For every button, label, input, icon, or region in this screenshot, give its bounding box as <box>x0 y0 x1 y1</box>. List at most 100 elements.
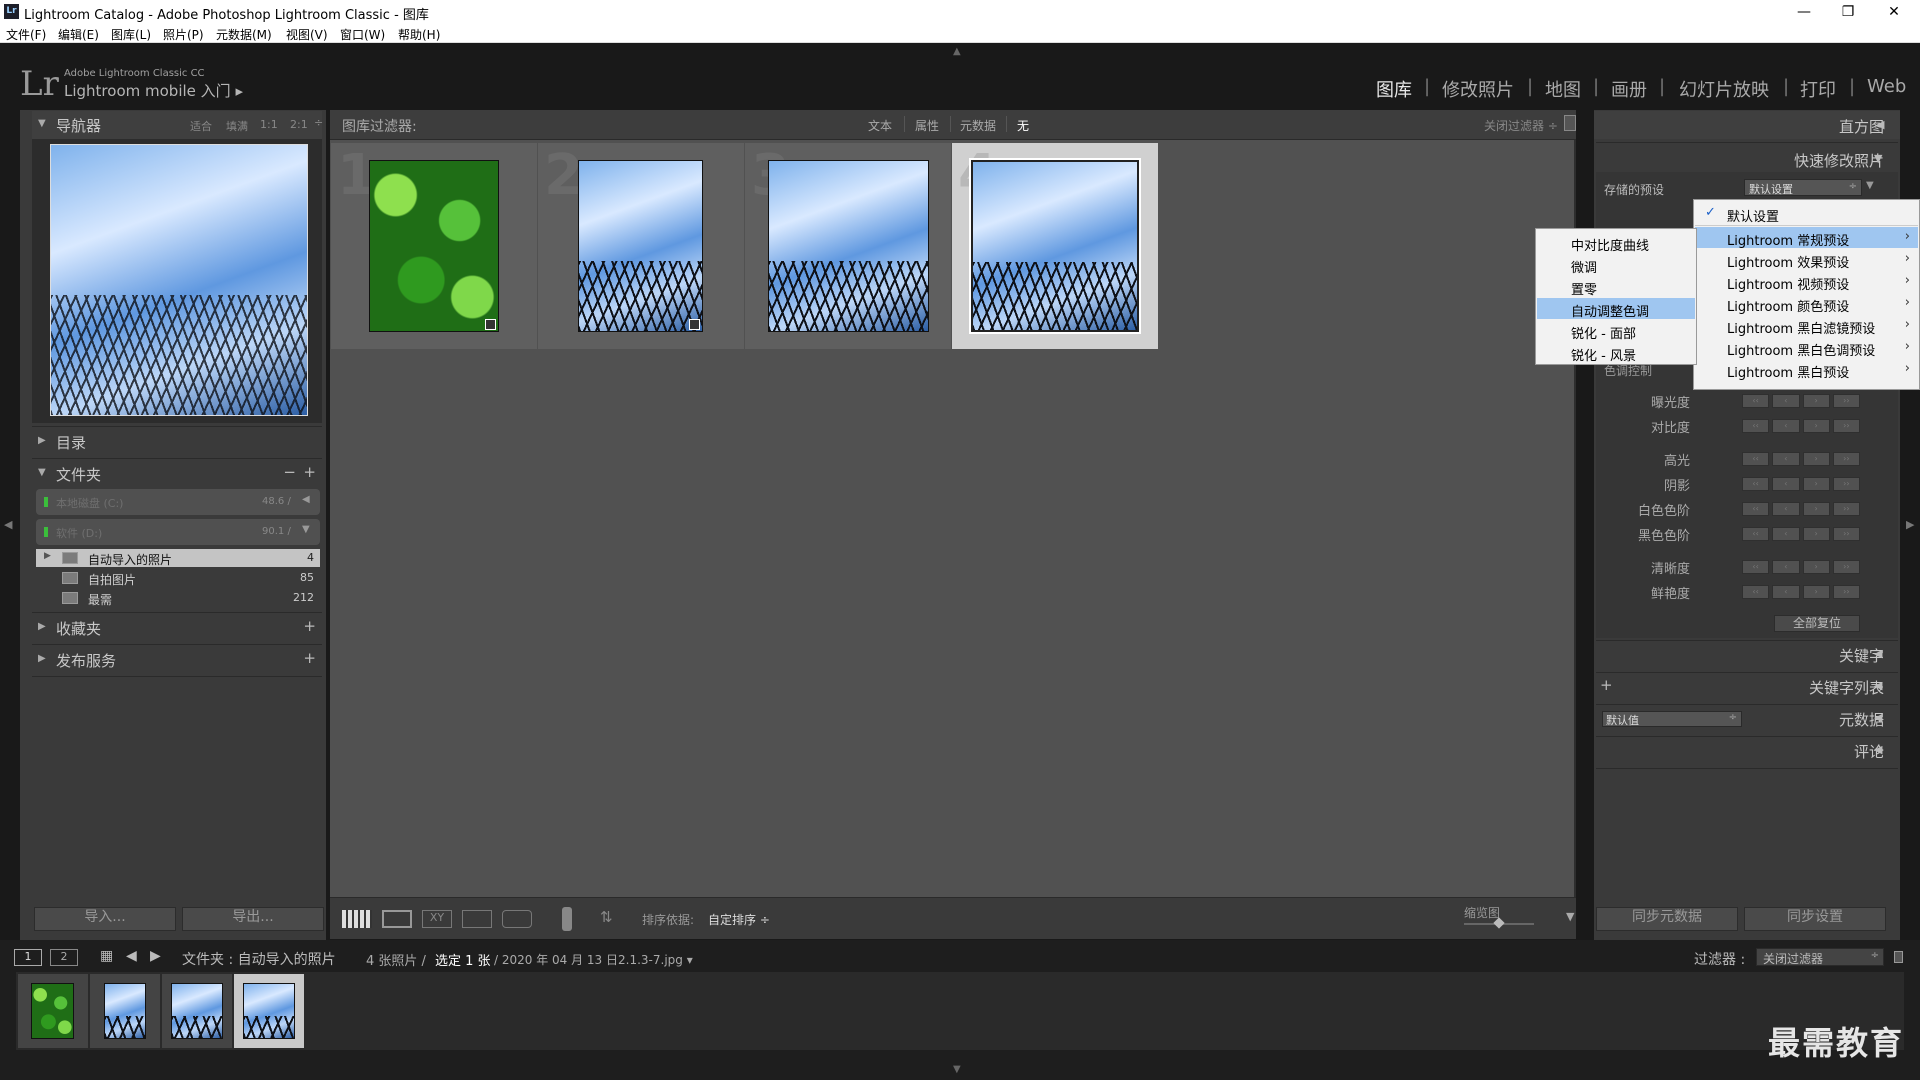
nav-zoom-stepper-icon[interactable]: ÷ <box>314 116 323 129</box>
filmstrip-source-path[interactable]: 文件夹 : 自动导入的照片 <box>182 949 336 969</box>
nav-fill[interactable]: 填满 <box>226 118 248 134</box>
folder-row[interactable]: 最需 212 <box>36 589 320 607</box>
add-keyword-button[interactable]: + <box>1600 676 1613 694</box>
grid-cell-selected[interactable]: 4 <box>952 143 1158 349</box>
sort-direction-icon[interactable]: ⇅ <box>600 908 613 926</box>
survey-view-icon[interactable] <box>462 910 492 928</box>
folder-row-selected[interactable]: ▶ 自动导入的照片 4 <box>36 549 320 567</box>
menu-file[interactable]: 文件(F) <box>6 26 46 43</box>
module-develop[interactable]: 修改照片 <box>1442 76 1514 102</box>
preset-menu-item-highlighted[interactable]: Lightroom 常规预设 › <box>1695 227 1918 249</box>
sync-metadata-button[interactable]: 同步元数据 <box>1596 907 1738 931</box>
volume-d[interactable]: 软件 (D:) 90.1 / ▼ <box>36 519 320 545</box>
submenu-item[interactable]: 锐化 - 面部 <box>1537 320 1695 342</box>
collapse-bottom-icon[interactable]: ▼ <box>953 1064 961 1075</box>
module-book[interactable]: 画册 <box>1611 76 1647 102</box>
filmstrip-cell[interactable] <box>162 974 232 1048</box>
filmstrip-lock-icon[interactable] <box>1894 951 1903 963</box>
grid-cell[interactable]: 2 <box>538 143 744 349</box>
menu-help[interactable]: 帮助(H) <box>398 26 440 43</box>
contrast-buttons[interactable]: ‹‹ ‹ › ›› <box>1742 419 1860 433</box>
preset-menu-item[interactable]: Lightroom 黑白色调预设 › <box>1695 337 1918 359</box>
module-slideshow[interactable]: 幻灯片放映 <box>1679 76 1769 102</box>
catalog-header[interactable]: ▶ 目录 <box>32 428 322 456</box>
filmstrip-thumbnail[interactable] <box>104 983 146 1039</box>
preset-menu-item[interactable]: Lightroom 视频预设 › <box>1695 271 1918 293</box>
grid-shortcut-icon[interactable]: ▦ <box>100 948 113 964</box>
sync-settings-button[interactable]: 同步设置 <box>1744 907 1886 931</box>
navigator-header[interactable]: ▼ 导航器 适合 填满 1:1 2:1 ÷ <box>32 111 323 139</box>
metadata-preset-dropdown[interactable]: 默认值 ÷ <box>1602 711 1742 727</box>
preset-menu-item[interactable]: Lightroom 颜色预设 › <box>1695 293 1918 315</box>
expand-triangle-icon[interactable]: ▼ <box>1866 180 1874 191</box>
maximize-button[interactable]: ❐ <box>1828 2 1868 22</box>
nav-fit[interactable]: 适合 <box>190 118 212 134</box>
add-collection-button[interactable]: + <box>303 617 316 635</box>
grid-view-icon[interactable] <box>342 910 372 928</box>
menu-window[interactable]: 窗口(W) <box>340 26 385 43</box>
reset-all-button[interactable]: 全部复位 <box>1774 615 1860 632</box>
whites-buttons[interactable]: ‹‹ ‹ › ›› <box>1742 502 1860 516</box>
loupe-view-icon[interactable] <box>382 910 412 928</box>
spray-can-icon[interactable] <box>562 907 572 931</box>
filter-preset-dropdown[interactable]: 关闭过滤器 ÷ <box>1484 117 1558 134</box>
filmstrip-cell[interactable] <box>18 974 88 1048</box>
shadows-buttons[interactable]: ‹‹ ‹ › ›› <box>1742 477 1860 491</box>
menu-photo[interactable]: 照片(P) <box>163 26 204 43</box>
menu-edit[interactable]: 编辑(E) <box>58 26 99 43</box>
collapse-right-icon[interactable]: ▶ <box>1906 518 1914 531</box>
nav-2to1[interactable]: 2:1 <box>290 118 308 131</box>
menu-library[interactable]: 图库(L) <box>111 26 151 43</box>
filmstrip-thumbnail[interactable] <box>171 983 223 1039</box>
collections-header[interactable]: ▶ 收藏夹 + <box>32 614 322 642</box>
module-map[interactable]: 地图 <box>1545 76 1581 102</box>
toolbar-menu-chevron-icon[interactable]: ▼ <box>1566 910 1574 923</box>
compare-view-icon[interactable]: XY <box>422 910 452 928</box>
exposure-buttons[interactable]: ‹‹ ‹ › ›› <box>1742 394 1860 408</box>
clarity-buttons[interactable]: ‹‹ ‹ › ›› <box>1742 560 1860 574</box>
sort-dropdown[interactable]: 自定排序 ÷ <box>708 911 770 928</box>
collapse-left-icon[interactable]: ◀ <box>4 518 12 531</box>
preset-menu-item[interactable]: ✓ 默认设置 <box>1695 203 1918 225</box>
module-library[interactable]: 图库 <box>1376 76 1412 102</box>
minimize-button[interactable]: — <box>1784 2 1824 22</box>
submenu-item[interactable]: 微调 <box>1537 254 1695 276</box>
close-button[interactable]: ✕ <box>1874 2 1914 22</box>
preset-menu-item[interactable]: Lightroom 黑白预设 › <box>1695 359 1918 381</box>
primary-window-button[interactable]: 1 <box>14 949 42 966</box>
vibrance-buttons[interactable]: ‹‹ ‹ › ›› <box>1742 585 1860 599</box>
navigator-preview-image[interactable] <box>50 144 308 416</box>
menu-metadata[interactable]: 元数据(M) <box>216 26 272 43</box>
add-publish-button[interactable]: + <box>303 649 316 667</box>
publish-header[interactable]: ▶ 发布服务 + <box>32 646 322 674</box>
module-print[interactable]: 打印 <box>1800 76 1836 102</box>
submenu-item[interactable]: 中对比度曲线 <box>1537 232 1695 254</box>
selected-file-name[interactable]: / 2020 年 04 月 13 日2.1.3-7.jpg ▾ <box>494 951 693 968</box>
photo-thumbnail[interactable] <box>578 160 703 332</box>
filmstrip-cell[interactable] <box>90 974 160 1048</box>
import-button[interactable]: 导入... <box>34 907 176 931</box>
volume-c[interactable]: 本地磁盘 (C:) 48.6 / ◀ <box>36 489 320 515</box>
photo-thumbnail[interactable] <box>969 158 1141 334</box>
forward-arrow-icon[interactable]: ▶ <box>150 948 161 964</box>
submenu-item[interactable]: 锐化 - 风景 <box>1537 342 1695 364</box>
highlights-buttons[interactable]: ‹‹ ‹ › ›› <box>1742 452 1860 466</box>
filter-none[interactable]: 无 <box>1017 117 1029 134</box>
blacks-buttons[interactable]: ‹‹ ‹ › ›› <box>1742 527 1860 541</box>
collapse-top-icon[interactable]: ▲ <box>953 46 961 57</box>
folder-row[interactable]: 自拍图片 85 <box>36 569 320 587</box>
quick-develop-title[interactable]: 快速修改照片 <box>1794 150 1884 171</box>
module-web[interactable]: Web <box>1867 76 1906 97</box>
preset-menu-item[interactable]: Lightroom 效果预设 › <box>1695 249 1918 271</box>
folders-header[interactable]: ▼ 文件夹 − + <box>32 460 322 488</box>
people-view-icon[interactable] <box>502 910 532 928</box>
filmstrip-filter-dropdown[interactable]: 关闭过滤器 ÷ <box>1756 948 1884 966</box>
preset-menu-item[interactable]: Lightroom 黑白滤镜预设 › <box>1695 315 1918 337</box>
filter-metadata[interactable]: 元数据 <box>960 117 996 134</box>
photo-thumbnail[interactable] <box>768 160 929 332</box>
filmstrip-cell-selected[interactable] <box>234 974 304 1048</box>
lock-icon[interactable] <box>1564 115 1576 131</box>
grid-cell[interactable]: 3 <box>745 143 951 349</box>
grid-cell[interactable]: 1 <box>331 143 537 349</box>
submenu-item[interactable]: 置零 <box>1537 276 1695 298</box>
